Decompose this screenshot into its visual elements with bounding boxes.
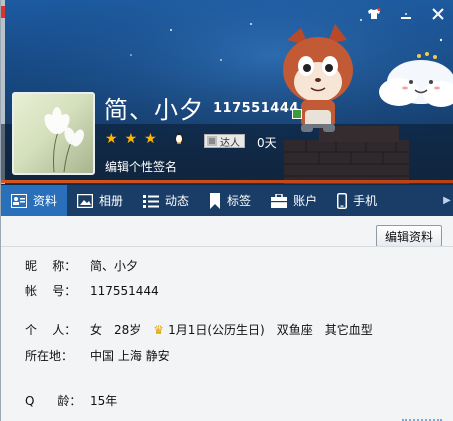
tab-phone-label: 手机 xyxy=(353,194,378,208)
tag-icon xyxy=(210,192,221,209)
profile-window: 简、小夕 117551444 ★ ★ ★ 达人 0天 编辑个性签名 资料 相册 xyxy=(0,0,453,421)
wallet-icon xyxy=(271,193,288,208)
content-divider xyxy=(1,246,453,247)
star-icon: ★ xyxy=(105,131,118,147)
tab-phone[interactable]: 手机 xyxy=(327,185,387,217)
crown-icon: ♛ xyxy=(153,322,165,337)
album-icon xyxy=(77,193,94,208)
birthday: ♛ 1月1日(公历生日) xyxy=(153,321,264,338)
minimize-icon[interactable] xyxy=(398,6,414,22)
nickname-value: 简、小夕 xyxy=(90,259,139,273)
personal-label: 个 人： xyxy=(25,323,77,337)
profile-tabs: 资料 相册 动态 标签 账户 手机 ▶ xyxy=(1,184,453,217)
tab-feed-label: 动态 xyxy=(165,194,190,208)
row-location: 所在地： 中国 上海 静安 xyxy=(25,347,170,364)
account-value: 117551444 xyxy=(90,283,159,298)
talent-days: 0天 xyxy=(257,136,277,150)
level-stars[interactable]: ★ ★ ★ xyxy=(105,132,157,146)
talent-icon xyxy=(207,136,217,146)
age-value: 28岁 xyxy=(114,323,142,337)
tab-profile[interactable]: 资料 xyxy=(1,184,68,217)
header-qq-number: 117551444 xyxy=(213,101,299,116)
tab-tags-label: 标签 xyxy=(227,194,252,208)
phone-icon xyxy=(337,192,348,209)
edit-signature-link[interactable]: 编辑个性签名 xyxy=(105,158,177,175)
feed-icon xyxy=(143,194,160,208)
tab-feed[interactable]: 动态 xyxy=(133,185,199,217)
talent-label: 达人 xyxy=(220,137,240,149)
penguin-icon[interactable] xyxy=(173,131,185,144)
talent-badge[interactable]: 达人 xyxy=(204,134,245,149)
profile-icon xyxy=(11,193,27,208)
tab-album[interactable]: 相册 xyxy=(67,185,133,217)
row-account: 帐 号： 117551444 xyxy=(25,282,159,299)
tab-tags[interactable]: 标签 xyxy=(199,185,261,217)
nickname-label: 昵 称： xyxy=(25,259,77,273)
account-label: 帐 号： xyxy=(25,284,77,298)
row-personal: 个 人： 女 28岁 ♛ 1月1日(公历生日) 双鱼座 其它血型 xyxy=(25,321,373,338)
location-label: 所在地： xyxy=(25,349,74,363)
status-badge-icon xyxy=(292,109,302,119)
row-qage: Q 龄： 15年 xyxy=(25,392,117,409)
row-nickname: 昵 称： 简、小夕 xyxy=(25,257,138,274)
qage-value: 15年 xyxy=(90,394,118,408)
gender-value: 女 xyxy=(90,323,103,337)
header-nickname: 简、小夕 xyxy=(104,96,204,124)
blood-type-value: 其它血型 xyxy=(324,323,373,337)
profile-content: 编辑资料 昵 称： 简、小夕 帐 号： 117551444 个 人： 女 28岁… xyxy=(1,216,453,421)
profile-header: 简、小夕 117551444 ★ ★ ★ 达人 0天 编辑个性签名 xyxy=(1,0,453,184)
tabs-scroll-right-icon[interactable]: ▶ xyxy=(440,185,453,217)
location-value: 中国 上海 静安 xyxy=(90,349,170,363)
shirt-icon[interactable] xyxy=(366,6,382,22)
edit-profile-button[interactable]: 编辑资料 xyxy=(375,225,442,247)
flower-avatar-image xyxy=(44,107,84,173)
tab-album-label: 相册 xyxy=(99,194,124,208)
star-icon: ★ xyxy=(144,131,157,147)
tab-account[interactable]: 账户 xyxy=(261,185,327,217)
window-controls xyxy=(366,6,446,22)
tab-account-label: 账户 xyxy=(293,194,318,208)
birthday-value: 1月1日(公历生日) xyxy=(168,323,265,337)
personal-values: 女 28岁 ♛ 1月1日(公历生日) 双鱼座 其它血型 xyxy=(90,321,373,338)
tab-profile-label: 资料 xyxy=(33,194,58,208)
qage-label: Q 龄： xyxy=(25,394,82,408)
header-accent-line xyxy=(1,180,453,183)
close-icon[interactable] xyxy=(430,6,446,22)
zodiac-value: 双鱼座 xyxy=(276,323,313,337)
star-icon: ★ xyxy=(124,131,138,147)
avatar[interactable] xyxy=(12,92,95,175)
